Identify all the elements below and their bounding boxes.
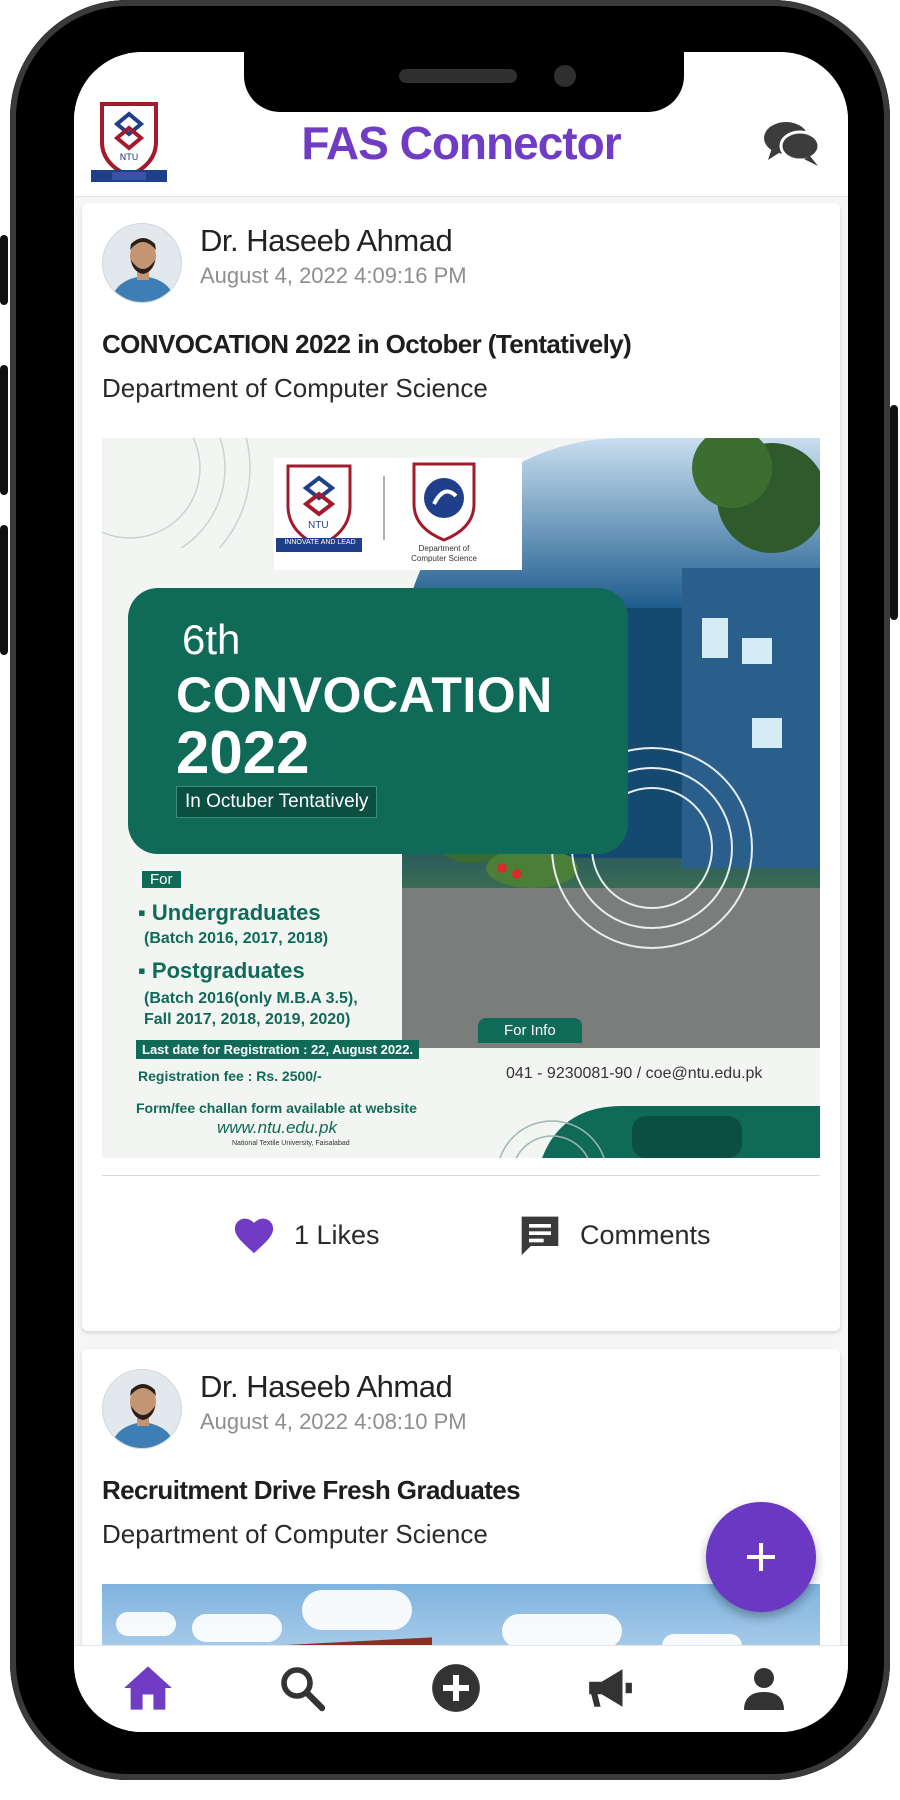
cloud — [116, 1612, 176, 1636]
nav-add[interactable] — [426, 1658, 486, 1718]
poster-postgrad-label: ▪ Postgraduates — [138, 958, 305, 983]
bottom-navigation — [74, 1645, 848, 1732]
cloud — [502, 1614, 622, 1648]
post-timestamp: August 4, 2022 4:08:10 PM — [200, 1409, 467, 1434]
poster-year: 2022 — [176, 719, 310, 786]
cloud — [302, 1590, 412, 1630]
like-button[interactable]: 1 Likes — [232, 1215, 380, 1255]
side-button-left-1 — [0, 235, 8, 305]
comment-icon — [521, 1216, 559, 1256]
heart-icon — [234, 1218, 274, 1254]
post-title: Recruitment Drive Fresh Graduates — [102, 1475, 521, 1505]
nav-search[interactable] — [272, 1658, 332, 1718]
poster-logos: NTU INNOVATE AND LEAD Department of Comp… — [274, 458, 522, 570]
poster-last-date: Last date for Registration : 22, August … — [136, 1040, 420, 1059]
post-department: Department of Computer Science — [102, 373, 488, 403]
post-timestamp: August 4, 2022 4:09:16 PM — [200, 263, 467, 288]
speaker — [399, 69, 517, 83]
poster-university: National Textile University, Faisalabad — [232, 1140, 350, 1147]
author-avatar[interactable] — [102, 223, 182, 303]
add-circle-icon — [432, 1664, 480, 1712]
notch — [244, 52, 684, 112]
poster-form-note: Form/fee challan form available at websi… — [136, 1100, 417, 1116]
poster-fee: Registration fee : Rs. 2500/- — [138, 1068, 322, 1084]
post-department: Department of Computer Science — [102, 1519, 488, 1549]
search-icon — [281, 1667, 326, 1712]
cloud — [192, 1614, 282, 1642]
poster-undergrad-label: ▪ Undergraduates — [138, 900, 321, 925]
nav-home[interactable] — [118, 1658, 178, 1718]
poster-undergrad-batch: (Batch 2016, 2017, 2018) — [144, 930, 329, 947]
plus-icon — [747, 1543, 775, 1571]
avatar-photo — [103, 1370, 181, 1448]
poster-footer-decor — [499, 1106, 820, 1158]
megaphone-icon — [589, 1669, 632, 1707]
author-avatar[interactable] — [102, 1369, 182, 1449]
poster-website: www.ntu.edu.pk — [217, 1118, 338, 1137]
likes-count: 1 Likes — [294, 1219, 380, 1250]
home-icon — [124, 1666, 172, 1710]
side-button-left-3 — [0, 525, 8, 655]
post-title: CONVOCATION 2022 in October (Tentatively… — [102, 329, 632, 359]
post-card: Dr. Haseeb Ahmad August 4, 2022 4:09:16 … — [82, 203, 840, 1331]
poster-headline: CONVOCATION — [176, 667, 553, 723]
poster-postgrad-batch: (Batch 2016(only M.B.A 3.5), Fall 2017, … — [144, 990, 358, 1028]
poster-logo-ntu-label: NTU — [308, 520, 329, 531]
app-title: FAS Connector — [301, 117, 621, 169]
comments-button[interactable]: Comments — [518, 1213, 711, 1257]
poster-edition: 6th — [182, 616, 241, 663]
post-image[interactable]: NTU INNOVATE AND LEAD Department of Comp… — [102, 438, 820, 1158]
comments-label: Comments — [580, 1219, 711, 1250]
author-name[interactable]: Dr. Haseeb Ahmad — [200, 223, 453, 259]
phone-frame: NTU FAS Connector Dr. Haseeb Ahmad Augus… — [0, 0, 898, 1780]
post-feed[interactable]: Dr. Haseeb Ahmad August 4, 2022 4:09:16 … — [74, 197, 848, 1657]
poster-for-label: For — [142, 871, 181, 888]
app-screen: NTU FAS Connector Dr. Haseeb Ahmad Augus… — [74, 52, 848, 1732]
nav-announcements[interactable] — [580, 1658, 640, 1718]
author-name[interactable]: Dr. Haseeb Ahmad — [200, 1369, 453, 1405]
chat-bubbles-icon[interactable] — [762, 118, 822, 168]
poster-contact: 041 - 9230081-90 / coe@ntu.edu.pk — [506, 1065, 763, 1082]
side-button-left-2 — [0, 365, 8, 495]
create-post-fab[interactable] — [706, 1502, 816, 1612]
nav-profile[interactable] — [734, 1658, 794, 1718]
poster-logo-motto: INNOVATE AND LEAD — [284, 539, 356, 546]
front-camera — [554, 65, 576, 87]
poster-dept-logo-label: Department of Computer Science — [411, 544, 477, 563]
side-button-right — [890, 405, 898, 620]
poster-for-info-label: For Info — [478, 1018, 582, 1043]
poster-decor-circles — [102, 438, 251, 548]
post-divider — [102, 1175, 820, 1176]
person-icon — [744, 1668, 784, 1710]
poster-tentative-note: In Octuber Tentatively — [176, 786, 378, 818]
avatar-photo — [103, 224, 181, 302]
